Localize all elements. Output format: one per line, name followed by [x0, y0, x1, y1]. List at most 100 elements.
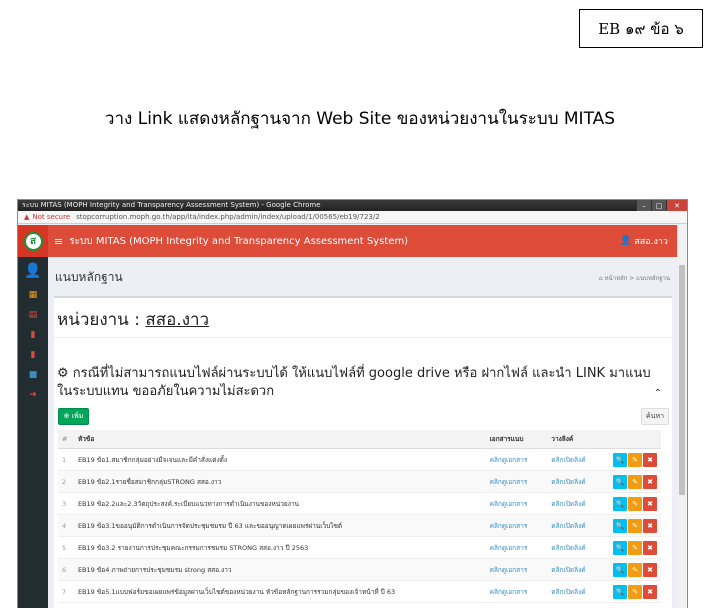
- sidebar-item-chart2-icon[interactable]: ▮: [18, 345, 48, 365]
- row-actions: 🔍 ✎ ✖: [609, 514, 661, 537]
- table-row: 2 EB19 ข้อ2.1รายชื่อสมาชิกกลุ่มSTRONG สสอ…: [58, 470, 661, 493]
- vertical-scrollbar[interactable]: [677, 225, 687, 608]
- edit-icon[interactable]: ✎: [628, 496, 642, 511]
- delete-icon[interactable]: ✖: [643, 452, 657, 467]
- row-number: 1: [58, 448, 74, 471]
- view-icon[interactable]: 🔍: [613, 562, 627, 577]
- view-icon[interactable]: 🔍: [613, 496, 627, 511]
- row-open-link[interactable]: คลิกเปิดลิงค์: [547, 448, 609, 471]
- row-doc-link[interactable]: คลิกดูเอกสาร: [485, 536, 548, 559]
- table-row: 1 EB19 ข้อ1.สมาชิกกลุ่มอย่างมีจเจนและมีคำ…: [58, 448, 661, 471]
- header-link: วางลิงค์: [547, 430, 609, 449]
- row-number: 2: [58, 470, 74, 493]
- edit-icon[interactable]: ✎: [628, 584, 642, 599]
- hamburger-icon[interactable]: ≡: [54, 235, 63, 248]
- row-open-link[interactable]: คลิกเปิดลิงค์: [547, 514, 609, 537]
- address-bar[interactable]: ▲ Not secure stopcorruption.moph.go.th/a…: [18, 211, 687, 224]
- unit-heading: หน่วยงาน : สสอ.งาว: [57, 306, 209, 333]
- browser-window: ระบบ MITAS (MOPH Integrity and Transpare…: [17, 199, 688, 608]
- collapse-icon[interactable]: ⌃: [654, 388, 662, 399]
- breadcrumb-home[interactable]: ⌂ หน้าหลัก: [599, 275, 627, 282]
- header-actions: [609, 430, 661, 449]
- scrollbar-thumb[interactable]: [679, 265, 685, 495]
- row-open-link[interactable]: คลิกเปิดลิงค์: [547, 558, 609, 581]
- edit-icon[interactable]: ✎: [628, 474, 642, 489]
- row-topic: EB19 ข้อ3.2 รายงานการประชุมคณะกรรมการชมร…: [73, 536, 486, 559]
- delete-icon[interactable]: ✖: [643, 474, 657, 489]
- view-icon[interactable]: 🔍: [613, 474, 627, 489]
- search-button[interactable]: ค้นหา: [641, 408, 669, 425]
- row-number: 5: [58, 536, 74, 559]
- row-actions: 🔍 ✎ ✖: [609, 470, 661, 493]
- url-text[interactable]: stopcorruption.moph.go.th/app/ita/index.…: [76, 213, 380, 221]
- close-icon[interactable]: ✕: [666, 200, 687, 211]
- view-icon[interactable]: 🔍: [613, 584, 627, 599]
- app-header: ส ≡ ระบบ MITAS (MOPH Integrity and Trans…: [18, 225, 678, 257]
- row-open-link[interactable]: คลิกเปิดลิงค์: [547, 492, 609, 515]
- sidebar-item-book-icon[interactable]: ■: [18, 365, 48, 385]
- headline: วาง Link แสดงหลักฐานจาก Web Site ของหน่ว…: [104, 109, 616, 129]
- row-topic: EB19 ข้อ4 ภาพถ่ายการประชุมชมรม strong สส…: [73, 558, 486, 581]
- delete-icon[interactable]: ✖: [643, 584, 657, 599]
- row-topic: EB19 ข้อ2.1รายชื่อสมาชิกกลุ่มSTRONG สสอ.…: [73, 470, 486, 493]
- edit-icon[interactable]: ✎: [628, 562, 642, 577]
- sidebar-item-logout-icon[interactable]: ➜: [18, 385, 48, 405]
- breadcrumb: ⌂ หน้าหลัก > แนบหลักฐาน: [598, 275, 670, 282]
- user-icon: 👤: [620, 236, 632, 246]
- evidence-table: # หัวข้อ เอกสารแนบ วางลิงค์ 1 EB19 ข้อ1.ส…: [58, 430, 661, 603]
- table-header-row: # หัวข้อ เอกสารแนบ วางลิงค์: [58, 430, 661, 449]
- view-icon[interactable]: 🔍: [613, 518, 627, 533]
- user-name: สสอ.งาว: [634, 237, 668, 247]
- delete-icon[interactable]: ✖: [643, 518, 657, 533]
- sidebar-item-document-icon[interactable]: ▤: [18, 305, 48, 325]
- main-content: แนบหลักฐาน ⌂ หน้าหลัก > แนบหลักฐาน หน่วย…: [48, 257, 678, 608]
- sidebar-avatar-icon[interactable]: 👤: [18, 257, 48, 285]
- minimize-icon[interactable]: –: [636, 200, 651, 211]
- row-doc-link[interactable]: คลิกดูเอกสาร: [485, 470, 548, 493]
- header-no: #: [58, 430, 74, 449]
- section-title: แนบหลักฐาน: [55, 270, 123, 284]
- notice-text: ⚙ กรณีที่ไม่สามารถแนบไฟล์ผ่านระบบได้ ให้…: [57, 366, 651, 399]
- app-logo[interactable]: ส: [18, 225, 48, 257]
- table-row: 4 EB19 ข้อ3.1ขออนุมัติการดำเนินการจัดประช…: [58, 514, 661, 537]
- unit-name: สสอ.งาว: [145, 310, 210, 330]
- row-doc-link[interactable]: คลิกดูเอกสาร: [485, 558, 548, 581]
- row-topic: EB19 ข้อ3.1ขออนุมัติการดำเนินการจัดประชุ…: [73, 514, 486, 537]
- not-secure-label[interactable]: Not secure: [32, 213, 70, 221]
- row-actions: 🔍 ✎ ✖: [609, 492, 661, 515]
- row-actions: 🔍 ✎ ✖: [609, 536, 661, 559]
- table-row: 6 EB19 ข้อ4 ภาพถ่ายการประชุมชมรม strong ส…: [58, 558, 661, 581]
- sidebar-item-calendar-icon[interactable]: ▦: [18, 285, 48, 305]
- add-button[interactable]: ⊕ เพิ่ม: [58, 408, 89, 425]
- row-actions: 🔍 ✎ ✖: [609, 448, 661, 471]
- maximize-icon[interactable]: □: [651, 200, 666, 211]
- row-number: 6: [58, 558, 74, 581]
- user-menu[interactable]: 👤 สสอ.งาว: [620, 225, 668, 257]
- content-header: แนบหลักฐาน ⌂ หน้าหลัก > แนบหลักฐาน: [48, 257, 678, 295]
- delete-icon[interactable]: ✖: [643, 540, 657, 555]
- app-title: ระบบ MITAS (MOPH Integrity and Transpare…: [69, 235, 409, 247]
- delete-icon[interactable]: ✖: [643, 496, 657, 511]
- row-number: 4: [58, 514, 74, 537]
- row-open-link[interactable]: คลิกเปิดลิงค์: [547, 470, 609, 493]
- row-topic: EB19 ข้อ5.1แบบฟอร์มขอเผยแพร่ข้อมูลผ่านเว…: [73, 580, 486, 603]
- row-open-link[interactable]: คลิกเปิดลิงค์: [547, 536, 609, 559]
- row-doc-link[interactable]: คลิกดูเอกสาร: [485, 514, 548, 537]
- row-open-link[interactable]: คลิกเปิดลิงค์: [547, 580, 609, 603]
- sidebar-item-chart-icon[interactable]: ▮: [18, 325, 48, 345]
- warning-icon: ▲: [24, 213, 30, 221]
- window-title: ระบบ MITAS (MOPH Integrity and Transpare…: [22, 201, 321, 209]
- edit-icon[interactable]: ✎: [628, 518, 642, 533]
- view-icon[interactable]: 🔍: [613, 540, 627, 555]
- unit-label: หน่วยงาน :: [57, 310, 140, 330]
- edit-icon[interactable]: ✎: [628, 540, 642, 555]
- table-row: 5 EB19 ข้อ3.2 รายงานการประชุมคณะกรรมการชม…: [58, 536, 661, 559]
- delete-icon[interactable]: ✖: [643, 562, 657, 577]
- row-doc-link[interactable]: คลิกดูเอกสาร: [485, 580, 548, 603]
- row-doc-link[interactable]: คลิกดูเอกสาร: [485, 492, 548, 515]
- view-icon[interactable]: 🔍: [613, 452, 627, 467]
- row-doc-link[interactable]: คลิกดูเอกสาร: [485, 448, 548, 471]
- edit-icon[interactable]: ✎: [628, 452, 642, 467]
- page-label: EB ๑๙ ข้อ ๖: [579, 9, 703, 48]
- header-doc: เอกสารแนบ: [485, 430, 548, 449]
